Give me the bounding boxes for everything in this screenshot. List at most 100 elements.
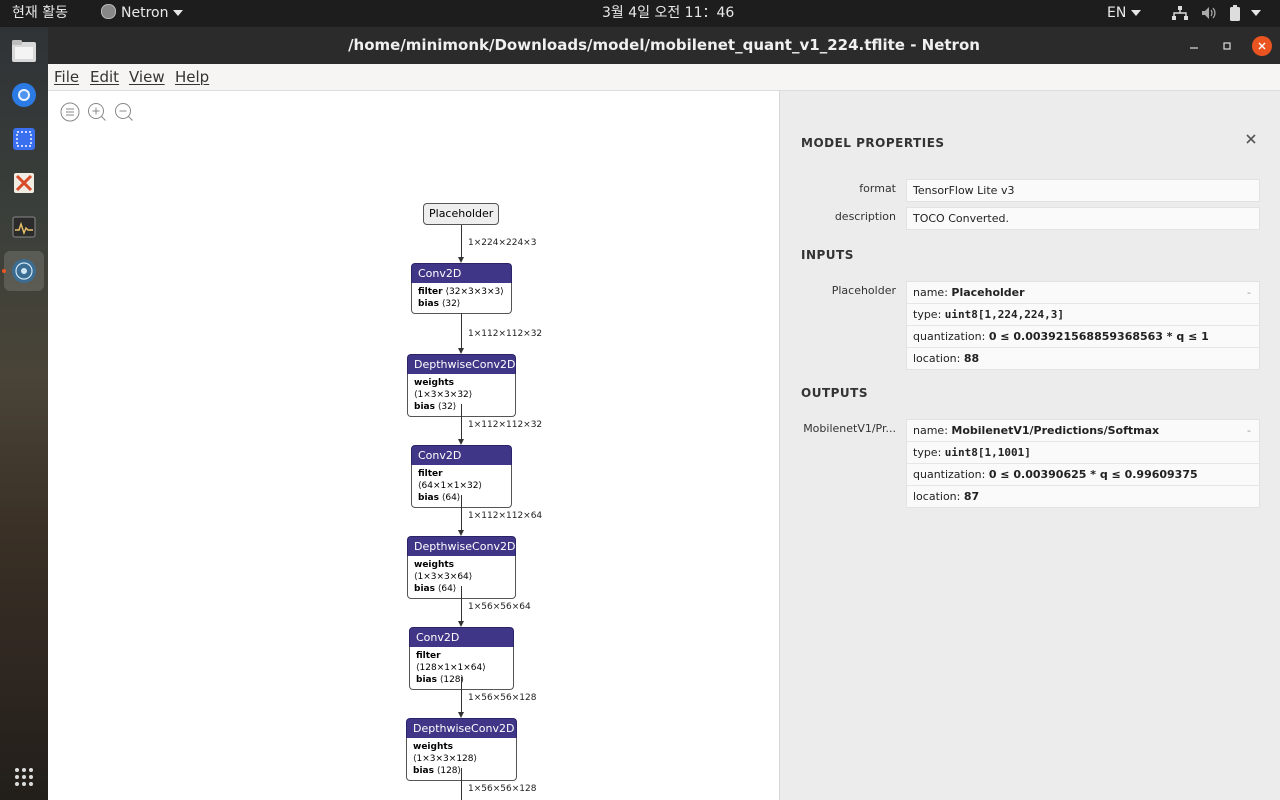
node-op: Conv2D: [409, 627, 514, 647]
graph-input-node[interactable]: Placeholder: [423, 203, 500, 225]
input-type: uint8[1,224,224,3]: [944, 308, 1064, 321]
attr-shape: ⟨1×3×3×128⟩: [413, 754, 478, 764]
input-quantization-row: quantization: 0 ≤ 0.003921568859368563 *…: [907, 326, 1259, 348]
edge-label: 1×112×112×32: [468, 329, 543, 339]
attr-shape: ⟨32⟩: [437, 402, 457, 412]
menu-view[interactable]: View: [129, 64, 165, 90]
language-label: EN: [1107, 5, 1127, 21]
menu-help[interactable]: Help: [175, 64, 209, 90]
output-details[interactable]: name: MobilenetV1/Predictions/Softmax - t…: [906, 419, 1260, 508]
network-icon[interactable]: [1172, 0, 1188, 27]
netron-app-icon: [101, 4, 116, 19]
node-op: Conv2D: [411, 445, 512, 465]
graph-node-conv2d[interactable]: Conv2D filter ⟨32×3×3×3⟩ bias ⟨32⟩: [411, 263, 512, 314]
app-menu[interactable]: Netron: [101, 0, 184, 27]
format-row: TensorFlow Lite v3: [913, 184, 1015, 197]
inputs-title: INPUTS: [801, 248, 854, 262]
input-name-row: name: Placeholder -: [907, 282, 1259, 304]
output-label: MobilenetV1/Pr...: [803, 422, 896, 435]
chromium-icon[interactable]: [4, 75, 44, 115]
close-icon[interactable]: [1245, 133, 1257, 145]
output-location-row: location: 87: [907, 486, 1259, 507]
battery-icon[interactable]: [1229, 0, 1241, 27]
input-details[interactable]: name: Placeholder - type: uint8[1,224,224…: [906, 281, 1260, 370]
input-name-key: name:: [913, 286, 952, 299]
edge-label: 1×224×224×3: [468, 238, 537, 248]
top-bar: 현재 활동 Netron 3월 4일 오전 11：46 EN: [0, 0, 1280, 27]
system-menu-caret[interactable]: [1246, 0, 1261, 27]
netron-icon[interactable]: [4, 251, 44, 291]
model-properties-panel: MODEL PROPERTIES format TensorFlow Lite …: [779, 91, 1280, 800]
output-location: 87: [963, 490, 980, 503]
description-row: TOCO Converted.: [913, 212, 1009, 225]
window-title: /home/minimonk/Downloads/model/mobilenet…: [348, 36, 980, 54]
attr-key: filter: [418, 287, 443, 297]
volume-icon[interactable]: [1201, 0, 1217, 27]
dock: [0, 27, 48, 800]
output-quant-key: quantization:: [913, 468, 989, 481]
output-type: uint8[1,1001]: [944, 446, 1031, 459]
attr-key: bias: [413, 766, 434, 776]
files-icon[interactable]: [4, 31, 44, 71]
menu-file[interactable]: File: [54, 64, 79, 90]
attr-shape: ⟨128×1×1×64⟩: [416, 663, 486, 673]
input-label: Placeholder: [831, 284, 896, 297]
close-button[interactable]: [1252, 36, 1272, 56]
graph-edge: [461, 495, 462, 531]
clock[interactable]: 3월 4일 오전 11：46: [602, 0, 734, 27]
chevron-down-icon: [173, 10, 184, 16]
title-bar[interactable]: /home/minimonk/Downloads/model/mobilenet…: [48, 27, 1280, 64]
output-loc-key: location:: [913, 490, 964, 503]
zoom-in-icon[interactable]: [87, 102, 107, 122]
graph-edge: [461, 586, 462, 622]
node-op: Conv2D: [411, 263, 512, 283]
panel-title: MODEL PROPERTIES: [801, 136, 945, 150]
output-name: MobilenetV1/Predictions/Softmax: [951, 424, 1160, 437]
screenshot-icon[interactable]: [4, 119, 44, 159]
node-attr: filter ⟨128×1×1×64⟩: [416, 650, 507, 674]
attr-key: filter: [416, 651, 441, 661]
node-attr: weights ⟨1×3×3×128⟩: [413, 741, 510, 765]
attr-shape: ⟨64×1×1×32⟩: [418, 481, 483, 491]
attr-key: bias: [418, 493, 439, 503]
attr-shape: ⟨32⟩: [441, 299, 461, 309]
activities-button[interactable]: 현재 활동: [12, 0, 68, 27]
expand-toggle[interactable]: -: [1247, 420, 1251, 441]
format-label: format: [859, 182, 896, 195]
input-language[interactable]: EN: [1107, 0, 1142, 27]
edge-label: 1×56×56×128: [468, 784, 537, 794]
input-loc-key: location:: [913, 352, 964, 365]
zoom-out-icon[interactable]: [114, 102, 134, 122]
node-attr: bias ⟨32⟩: [418, 298, 505, 310]
graph-edge: [461, 677, 462, 713]
attr-key: bias: [414, 402, 435, 412]
input-quantization: 0 ≤ 0.003921568859368563 * q ≤ 1: [988, 330, 1209, 343]
node-attr: filter ⟨64×1×1×32⟩: [418, 468, 505, 492]
outputs-title: OUTPUTS: [801, 386, 868, 400]
attr-shape: ⟨64⟩: [437, 584, 457, 594]
system-monitor-icon[interactable]: [4, 207, 44, 247]
attr-shape: ⟨64⟩: [441, 493, 461, 503]
chevron-down-icon: [1131, 10, 1142, 16]
graph-canvas[interactable]: Placeholder 1×224×224×3 Conv2D filter ⟨3…: [48, 91, 779, 800]
restore-icon: [1223, 42, 1231, 50]
attr-shape: ⟨128⟩: [436, 766, 462, 776]
maximize-button[interactable]: [1217, 36, 1237, 56]
expand-toggle[interactable]: -: [1247, 282, 1251, 303]
show-apps-icon[interactable]: [4, 757, 44, 797]
menu-edit[interactable]: Edit: [90, 64, 119, 90]
xarchiver-icon[interactable]: [4, 163, 44, 203]
app-name: Netron: [121, 5, 169, 21]
input-name: Placeholder: [951, 286, 1025, 299]
node-op: DepthwiseConv2D: [406, 718, 517, 738]
attr-key: bias: [414, 584, 435, 594]
attr-key: weights: [414, 560, 455, 570]
output-quantization: 0 ≤ 0.00390625 * q ≤ 0.99609375: [988, 468, 1198, 481]
output-quantization-row: quantization: 0 ≤ 0.00390625 * q ≤ 0.996…: [907, 464, 1259, 486]
graph-edge: [461, 404, 462, 440]
attr-key: filter: [418, 469, 443, 479]
edge-label: 1×56×56×64: [468, 602, 531, 612]
sidebar-toggle-icon[interactable]: [60, 102, 80, 122]
output-name-key: name:: [913, 424, 952, 437]
minimize-button[interactable]: [1184, 36, 1204, 56]
